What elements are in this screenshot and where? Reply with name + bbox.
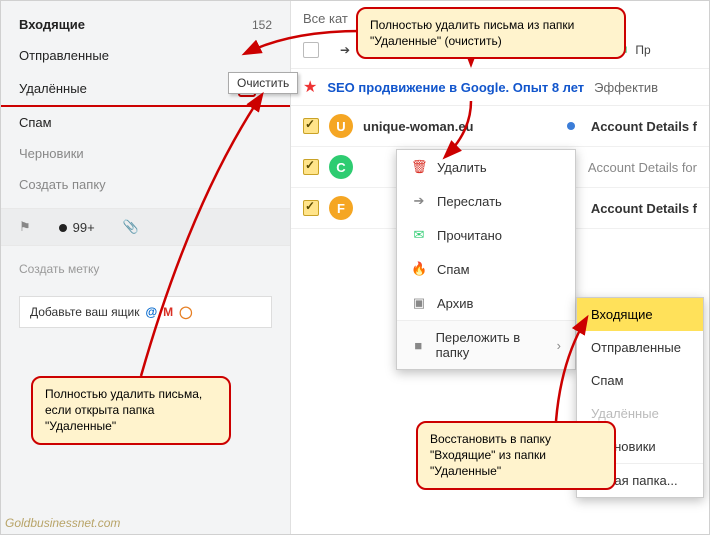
- folder-icon: ■: [411, 338, 426, 353]
- folder-count: 152: [252, 18, 272, 32]
- unread-badge[interactable]: 99+: [59, 220, 95, 235]
- folder-label: Спам: [19, 115, 52, 130]
- folder-label: Черновики: [19, 146, 84, 161]
- service-icon: ◯: [179, 305, 192, 319]
- forward-icon: ➔: [337, 43, 353, 57]
- unread-dot-icon: [567, 122, 575, 130]
- chevron-right-icon: ›: [557, 338, 561, 353]
- add-mailbox[interactable]: Добавьте ваш ящик @ M ◯: [19, 296, 272, 328]
- menu-spam[interactable]: 🔥Спам: [397, 252, 575, 286]
- star-icon[interactable]: ★: [303, 77, 317, 97]
- folder-spam[interactable]: Спам: [1, 107, 290, 138]
- promo-link[interactable]: SEO продвижение в Google. Опыт 8 лет: [327, 80, 584, 95]
- folder-inbox[interactable]: Входящие 152: [1, 9, 290, 40]
- sidebar-tags: ⚑ 99+ 📎: [1, 208, 290, 246]
- menu-read[interactable]: ✉Прочитано: [397, 218, 575, 252]
- annotation-3: Восстановить в папку "Входящие" из папки…: [416, 421, 616, 490]
- annotation-1: Полностью удалить письма из папки "Удале…: [356, 7, 626, 59]
- folder-label: Удалённые: [19, 81, 87, 96]
- row-checkbox[interactable]: [303, 200, 319, 216]
- row-checkbox[interactable]: [303, 118, 319, 134]
- avatar: C: [329, 155, 353, 179]
- folder-label: Создать папку: [19, 177, 106, 192]
- message-row[interactable]: U unique-woman.eu Account Details f: [291, 106, 709, 147]
- avatar: F: [329, 196, 353, 220]
- trash-icon: 🗑: [411, 159, 427, 175]
- folder-sent[interactable]: Отправленные: [1, 40, 290, 71]
- menu-archive[interactable]: ▣Архив: [397, 286, 575, 320]
- fire-icon: 🔥: [411, 261, 427, 277]
- mail-icon: ✉: [411, 227, 427, 243]
- folder-drafts[interactable]: Черновики: [1, 138, 290, 169]
- flag-icon[interactable]: ⚑: [19, 219, 31, 235]
- submenu-sent[interactable]: Отправленные: [577, 331, 703, 364]
- menu-delete[interactable]: 🗑Удалить: [397, 150, 575, 184]
- create-label[interactable]: Создать метку: [1, 246, 290, 292]
- subject: Account Details for: [588, 160, 697, 175]
- submenu-spam[interactable]: Спам: [577, 364, 703, 397]
- gmail-icon: M: [163, 305, 173, 319]
- context-menu: 🗑Удалить ➔Переслать ✉Прочитано 🔥Спам ▣Ар…: [396, 149, 576, 370]
- folder-label: Отправленные: [19, 48, 109, 63]
- clear-tooltip: Очистить: [228, 72, 298, 94]
- row-checkbox[interactable]: [303, 159, 319, 175]
- folder-create[interactable]: Создать папку: [1, 169, 290, 200]
- archive-icon: ▣: [411, 295, 427, 311]
- annotation-2: Полностью удалить письма, если открыта п…: [31, 376, 231, 445]
- tab-all[interactable]: Все кат: [303, 11, 348, 26]
- attachment-icon[interactable]: 📎: [123, 219, 139, 235]
- subject: Account Details f: [591, 201, 697, 216]
- subject: Account Details f: [591, 119, 697, 134]
- add-mailbox-label: Добавьте ваш ящик: [30, 305, 139, 319]
- menu-forward[interactable]: ➔Переслать: [397, 184, 575, 218]
- promo-row[interactable]: ★ SEO продвижение в Google. Опыт 8 лет Э…: [291, 69, 709, 106]
- dot-icon: [59, 224, 67, 232]
- promo-tail: Эффектив: [594, 80, 658, 95]
- watermark: Goldbusinessnet.com: [5, 516, 120, 530]
- select-all-checkbox[interactable]: [303, 42, 319, 58]
- menu-move[interactable]: ■Переложить в папку›: [397, 320, 575, 369]
- at-icon: @: [145, 305, 157, 319]
- folder-label: Входящие: [19, 17, 85, 32]
- submenu-inbox[interactable]: Входящие: [577, 298, 703, 331]
- sender: unique-woman.eu: [363, 119, 503, 134]
- avatar: U: [329, 114, 353, 138]
- forward-icon: ➔: [411, 193, 427, 209]
